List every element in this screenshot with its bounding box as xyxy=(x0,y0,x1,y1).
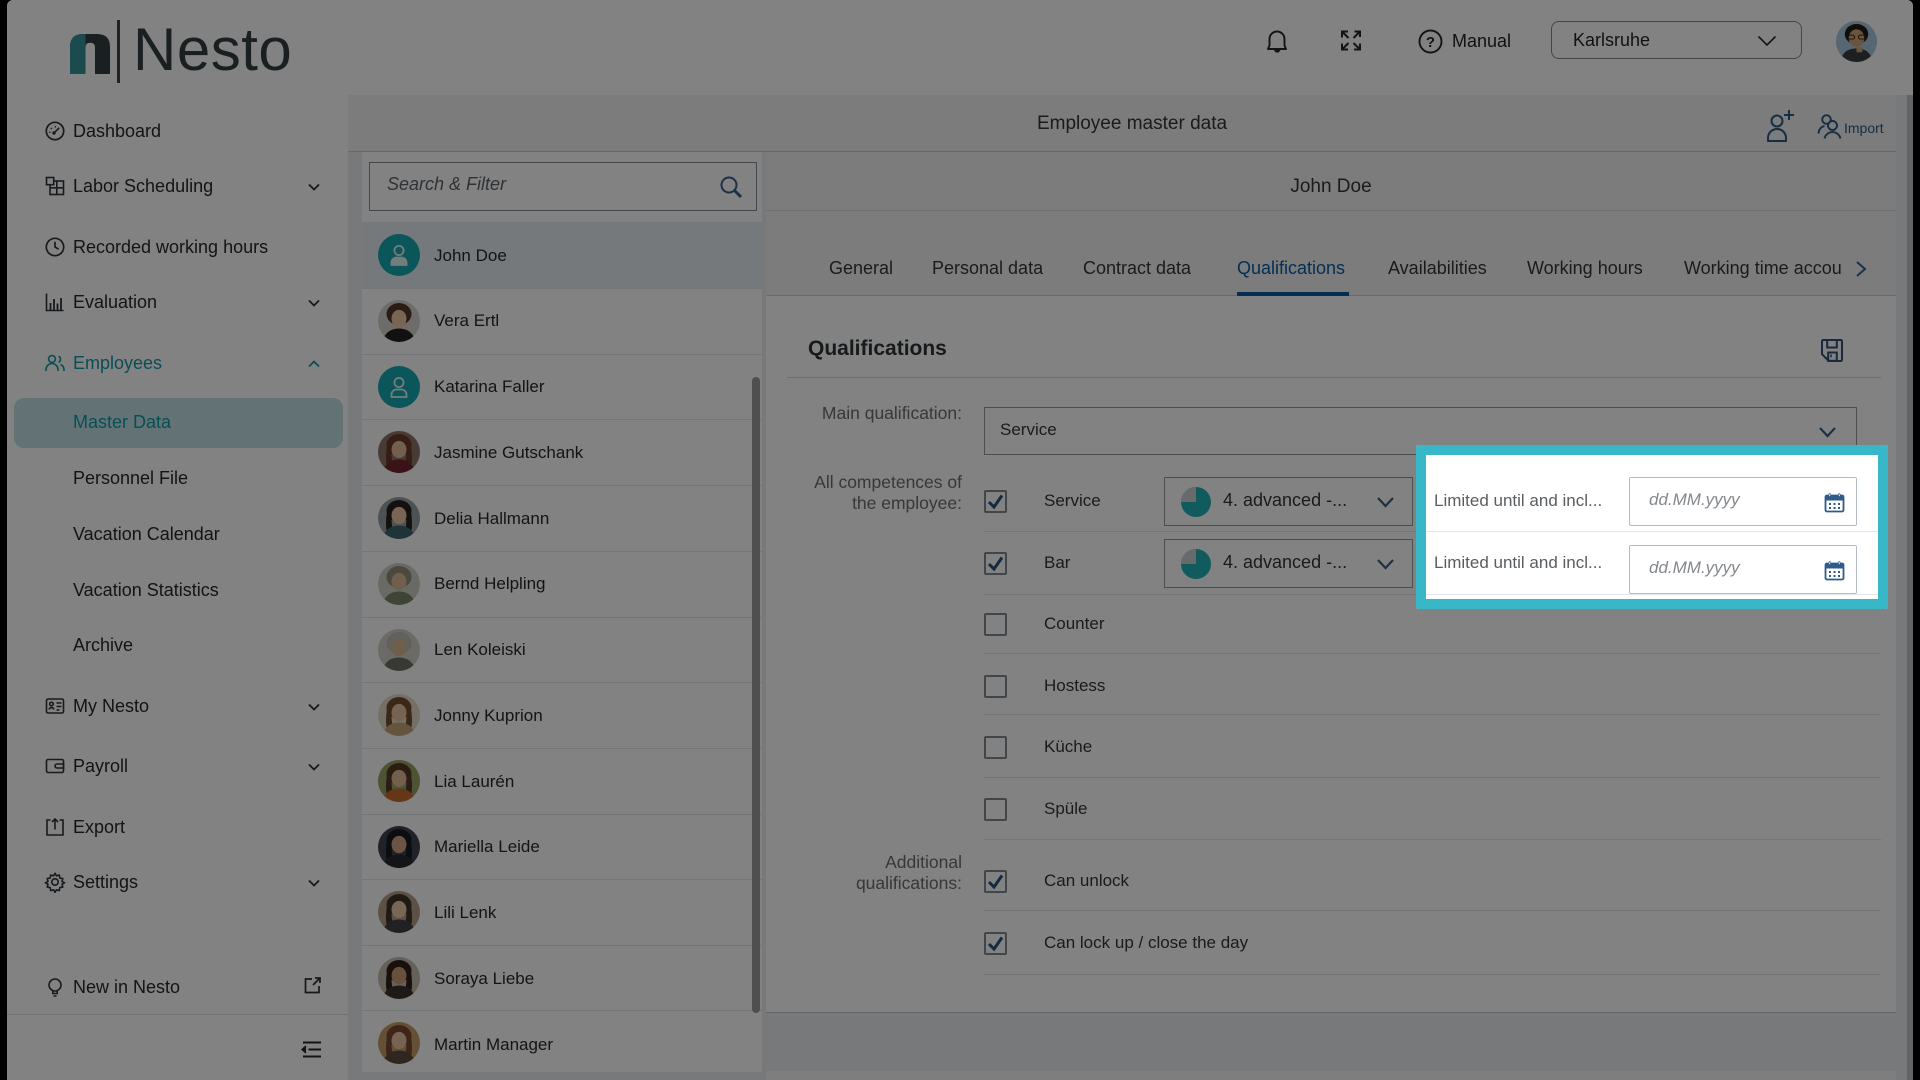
svg-text:?: ? xyxy=(1426,34,1435,51)
